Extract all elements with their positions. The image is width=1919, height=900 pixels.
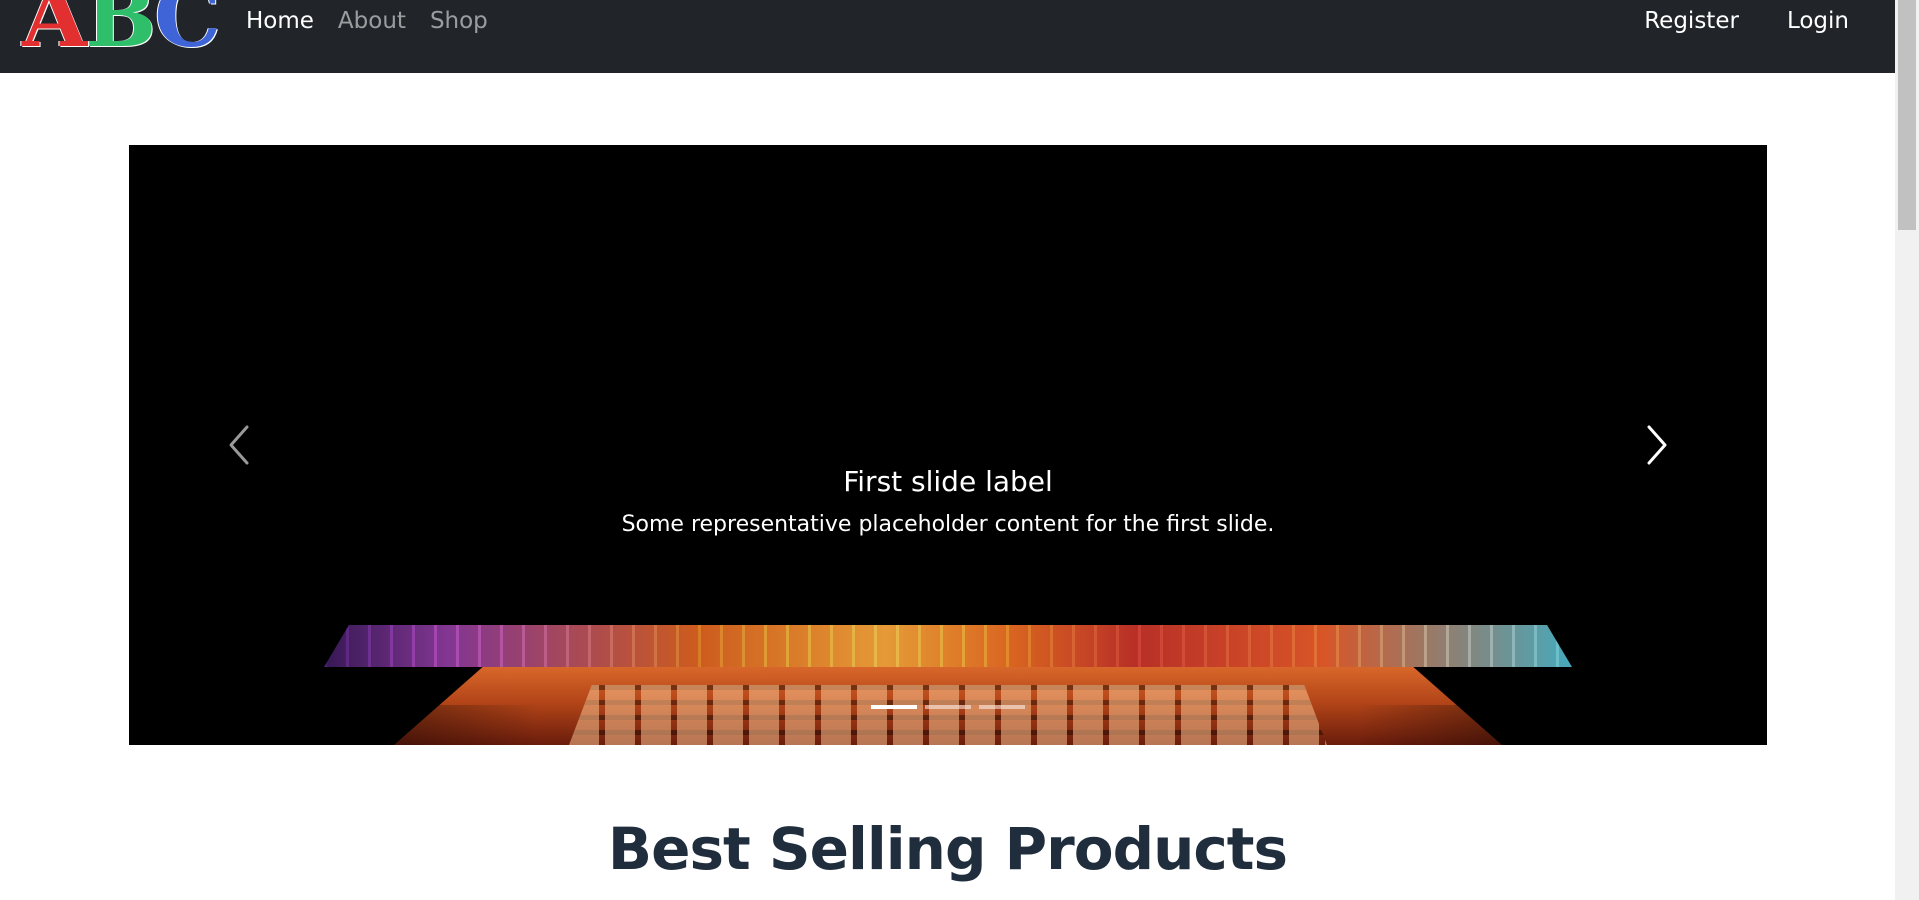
caption-title: First slide label [843, 465, 1053, 498]
account-nav: Register Login [1596, 0, 1849, 42]
carousel-indicators [129, 705, 1767, 709]
laptop-shade [129, 705, 1767, 745]
brand-letter-a: A [22, 0, 87, 66]
register-link[interactable]: Register [1644, 8, 1739, 34]
brand-letter-b: B [85, 0, 156, 66]
section-title: Best Selling Products [607, 815, 1288, 883]
brand-letter-c: C [154, 0, 221, 66]
main-nav: Home About Shop [246, 0, 512, 42]
laptop-image [129, 595, 1767, 745]
brand-logo[interactable]: ABC [22, 0, 221, 66]
page: ABC Home About Shop Register Login First… [0, 0, 1919, 900]
chevron-right-icon [1647, 425, 1667, 465]
scrollbar-thumb[interactable] [1898, 0, 1916, 230]
laptop-screen-edge [324, 625, 1572, 667]
carousel-prev-button[interactable] [129, 145, 349, 745]
caption-text: Some representative placeholder content … [621, 512, 1275, 537]
chevron-left-icon [229, 425, 249, 465]
nav-home-link[interactable]: Home [246, 8, 314, 34]
login-link[interactable]: Login [1787, 8, 1849, 34]
nav-about-link[interactable]: About [338, 8, 406, 34]
carousel-next-button[interactable] [1547, 145, 1767, 745]
carousel-indicator-2[interactable] [925, 705, 971, 709]
page-scrollbar[interactable] [1895, 0, 1919, 900]
carousel-indicator-1[interactable] [871, 705, 917, 709]
nav-shop-link[interactable]: Shop [430, 8, 488, 34]
navbar: ABC Home About Shop Register Login [0, 0, 1895, 73]
carousel-indicator-3[interactable] [979, 705, 1025, 709]
carousel-caption: First slide label Some representative pl… [129, 465, 1767, 537]
hero-carousel: First slide label Some representative pl… [129, 145, 1767, 745]
